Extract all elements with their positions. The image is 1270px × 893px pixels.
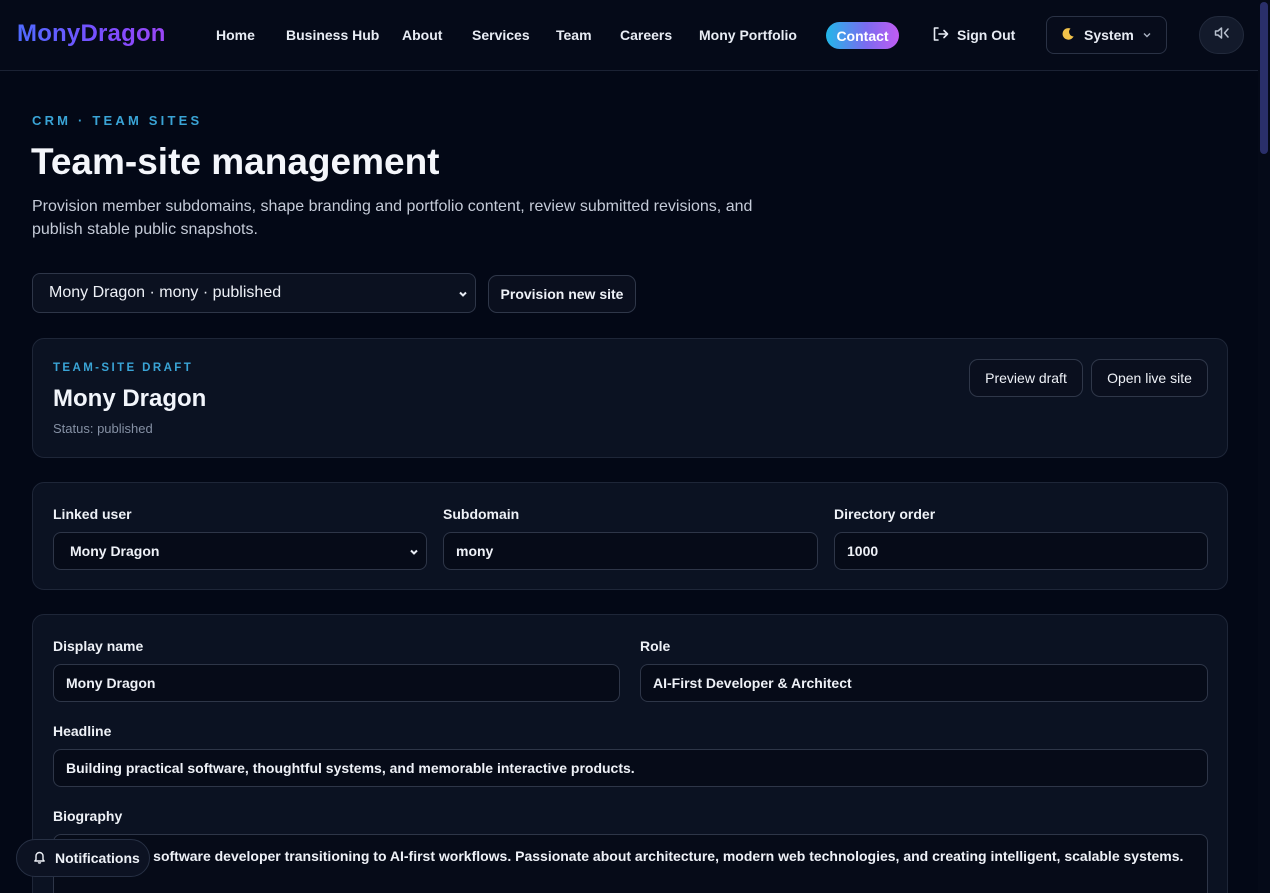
biography-textarea[interactable]: Experienced software developer transitio… bbox=[53, 834, 1208, 893]
team-site-draft-card: TEAM-SITE DRAFT Mony Dragon Status: publ… bbox=[32, 338, 1228, 458]
headline-input[interactable]: Building practical software, thoughtful … bbox=[53, 749, 1208, 787]
sound-toggle-button[interactable] bbox=[1199, 16, 1244, 54]
nav-link-services[interactable]: Services bbox=[472, 27, 530, 43]
biography-label: Biography bbox=[53, 808, 123, 824]
brand-logo[interactable]: MonyDragon bbox=[17, 20, 166, 48]
provision-new-site-button[interactable]: Provision new site bbox=[488, 275, 636, 313]
sign-out-icon bbox=[931, 25, 949, 46]
bell-icon bbox=[33, 850, 46, 867]
role-label: Role bbox=[640, 638, 671, 654]
mute-icon bbox=[1213, 24, 1231, 47]
headline-label: Headline bbox=[53, 723, 112, 739]
nav-link-business-hub[interactable]: Business Hub bbox=[286, 27, 379, 43]
nav-link-mony-portfolio[interactable]: Mony Portfolio bbox=[699, 27, 797, 43]
profile-content-card: Display name Mony Dragon Role AI-First D… bbox=[32, 614, 1228, 893]
chevron-down-icon bbox=[1141, 28, 1153, 44]
display-name-label: Display name bbox=[53, 638, 144, 654]
site-selector[interactable]: Mony Dragon · mony · published bbox=[32, 273, 476, 313]
top-navigation: MonyDragon Home Business Hub About Servi… bbox=[0, 0, 1258, 71]
chevron-down-icon bbox=[457, 287, 469, 305]
status-text: Status: published bbox=[53, 421, 153, 436]
scrollbar-thumb[interactable] bbox=[1260, 2, 1268, 154]
card-title: Mony Dragon bbox=[53, 385, 207, 412]
linked-user-select[interactable]: Mony Dragon bbox=[53, 532, 427, 570]
sign-out-button[interactable]: Sign Out bbox=[931, 24, 1015, 46]
chevron-down-icon bbox=[408, 545, 420, 561]
nav-link-about[interactable]: About bbox=[402, 27, 442, 43]
page-title: Team-site management bbox=[31, 141, 440, 182]
subdomain-label: Subdomain bbox=[443, 506, 520, 522]
theme-selector[interactable]: System bbox=[1046, 16, 1167, 54]
role-input[interactable]: AI-First Developer & Architect bbox=[640, 664, 1208, 702]
notifications-button[interactable]: Notifications bbox=[16, 839, 150, 877]
preview-draft-button[interactable]: Preview draft bbox=[969, 359, 1083, 397]
nav-link-team[interactable]: Team bbox=[556, 27, 592, 43]
open-live-site-button[interactable]: Open live site bbox=[1091, 359, 1208, 397]
page-eyebrow: CRM · TEAM SITES bbox=[32, 113, 203, 128]
notifications-label: Notifications bbox=[55, 850, 140, 866]
card-eyebrow: TEAM-SITE DRAFT bbox=[53, 362, 194, 374]
nav-link-home[interactable]: Home bbox=[216, 27, 255, 43]
subdomain-input[interactable]: mony bbox=[443, 532, 818, 570]
page-description: Provision member subdomains, shape brand… bbox=[32, 198, 753, 238]
directory-order-label: Directory order bbox=[834, 506, 936, 522]
site-selector-value: Mony Dragon · mony · published bbox=[49, 284, 282, 301]
contact-button[interactable]: Contact bbox=[826, 22, 899, 49]
directory-order-input[interactable]: 1000 bbox=[834, 532, 1208, 570]
nav-link-careers[interactable]: Careers bbox=[620, 27, 672, 43]
theme-label: System bbox=[1084, 27, 1134, 43]
site-linkage-card: Linked user Mony Dragon Subdomain mony D… bbox=[32, 482, 1228, 590]
linked-user-label: Linked user bbox=[53, 506, 132, 522]
sign-out-label: Sign Out bbox=[957, 27, 1016, 43]
moon-icon bbox=[1061, 27, 1075, 44]
linked-user-value: Mony Dragon bbox=[70, 543, 160, 559]
display-name-input[interactable]: Mony Dragon bbox=[53, 664, 620, 702]
